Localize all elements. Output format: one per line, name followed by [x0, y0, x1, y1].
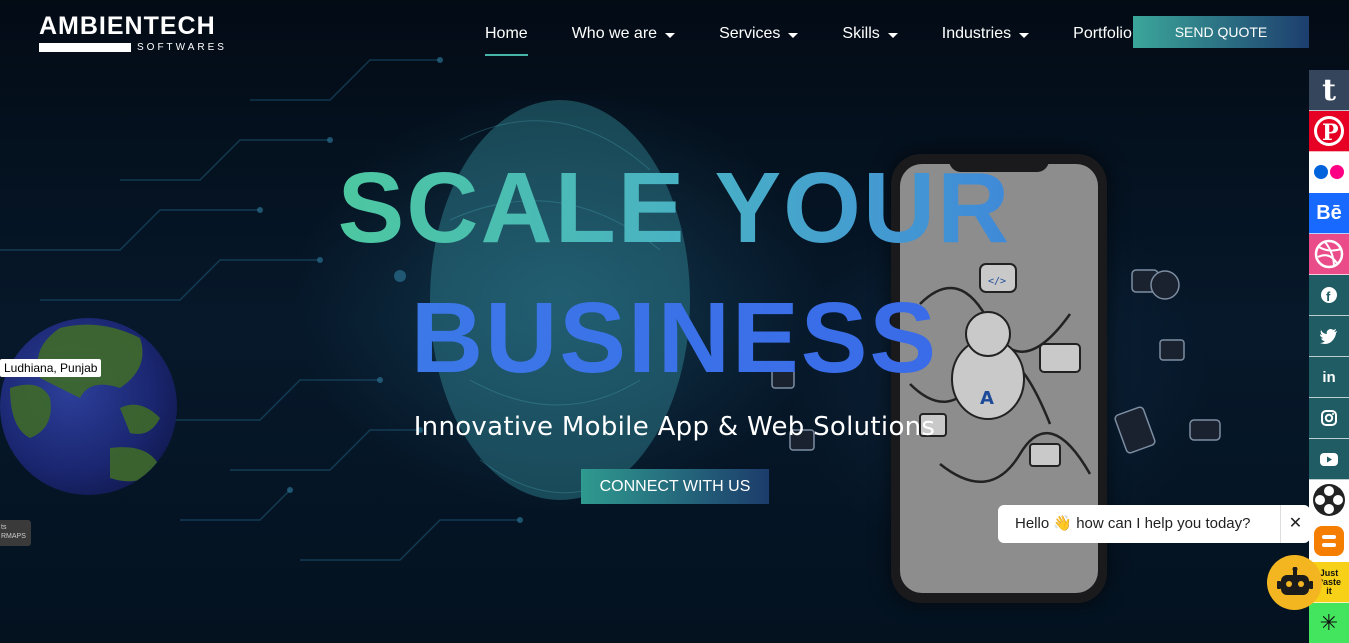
brand-name: AMBIENTECH	[39, 12, 216, 40]
twitter-link[interactable]	[1309, 316, 1349, 357]
pinterest-icon: P	[1314, 116, 1344, 146]
chat-greeting[interactable]: Hello 👋 how can I help you today?	[998, 505, 1280, 543]
reel-icon	[1313, 484, 1345, 516]
tumblr-icon: t	[1322, 72, 1336, 108]
nav-who-we-are-label: Who we are	[571, 25, 658, 42]
caret-down-icon	[788, 33, 799, 38]
linktree-link[interactable]: ✳	[1309, 603, 1349, 643]
globe-map[interactable]	[0, 318, 177, 495]
behance-link[interactable]: Bē	[1309, 193, 1349, 234]
youtube-icon	[1320, 452, 1338, 466]
pinterest-link[interactable]: P	[1309, 111, 1349, 152]
nav-industries-label: Industries	[941, 25, 1012, 42]
hero-subtitle: Innovative Mobile App & Web Solutions	[413, 412, 936, 442]
nav-home[interactable]: Home	[485, 22, 528, 56]
nav-skills[interactable]: Skills	[842, 22, 898, 56]
nav-skills-label: Skills	[842, 25, 880, 42]
brand-logo[interactable]: AMBIENTECH SOFTWARES	[39, 14, 249, 53]
flickr-link[interactable]	[1309, 152, 1349, 193]
blogger-link[interactable]	[1309, 521, 1349, 562]
reel-link[interactable]	[1309, 480, 1349, 521]
hero-title-line2: BUSINESS	[410, 282, 939, 394]
map-credit[interactable]: ts RMAPS	[0, 520, 31, 546]
nav-industries[interactable]: Industries	[941, 22, 1030, 56]
caret-down-icon	[665, 33, 676, 38]
social-sidebar: t P Bē f in Just Paste it ✳	[1309, 70, 1349, 643]
nav-services[interactable]: Services	[719, 22, 799, 56]
send-quote-button[interactable]: SEND QUOTE	[1133, 16, 1309, 48]
main-nav: Home Who we are Services Skills Industri…	[485, 22, 1132, 56]
brand-sub: SOFTWARES	[137, 42, 227, 53]
nav-home-label: Home	[485, 25, 528, 42]
chatbot-button[interactable]	[1267, 555, 1322, 610]
facebook-icon: f	[1321, 287, 1337, 303]
robot-icon	[1276, 566, 1313, 595]
caret-down-icon	[887, 33, 898, 38]
linkedin-link[interactable]: in	[1309, 357, 1349, 398]
tumblr-link[interactable]: t	[1309, 70, 1349, 111]
pinterest-glyph: P	[1322, 120, 1339, 146]
nav-services-label: Services	[719, 25, 781, 42]
youtube-link[interactable]	[1309, 439, 1349, 480]
flickr-icon	[1314, 165, 1344, 179]
blogger-icon	[1314, 526, 1344, 556]
nav-who-we-are[interactable]: Who we are	[571, 22, 676, 56]
dribbble-icon	[1314, 239, 1344, 269]
nav-portfolio[interactable]: Portfolio	[1073, 22, 1132, 56]
instagram-link[interactable]	[1309, 398, 1349, 439]
chat-close-button[interactable]: ✕	[1280, 505, 1310, 543]
caret-down-icon	[1019, 33, 1030, 38]
nav-portfolio-label: Portfolio	[1073, 25, 1132, 42]
instagram-icon	[1321, 410, 1337, 426]
behance-icon: Bē	[1316, 201, 1342, 224]
linkedin-icon: in	[1322, 368, 1336, 386]
facebook-link[interactable]: f	[1309, 275, 1349, 316]
facebook-glyph: f	[1326, 289, 1331, 303]
connect-with-us-button[interactable]: CONNECT WITH US	[581, 469, 769, 504]
twitter-icon	[1320, 328, 1337, 344]
dribbble-link[interactable]	[1309, 234, 1349, 275]
hero-title-line1: SCALE YOUR	[337, 152, 1012, 264]
logo-bar	[39, 43, 131, 52]
globe-location-tag: Ludhiana, Punjab	[0, 359, 102, 377]
linktree-icon: ✳	[1319, 610, 1339, 635]
